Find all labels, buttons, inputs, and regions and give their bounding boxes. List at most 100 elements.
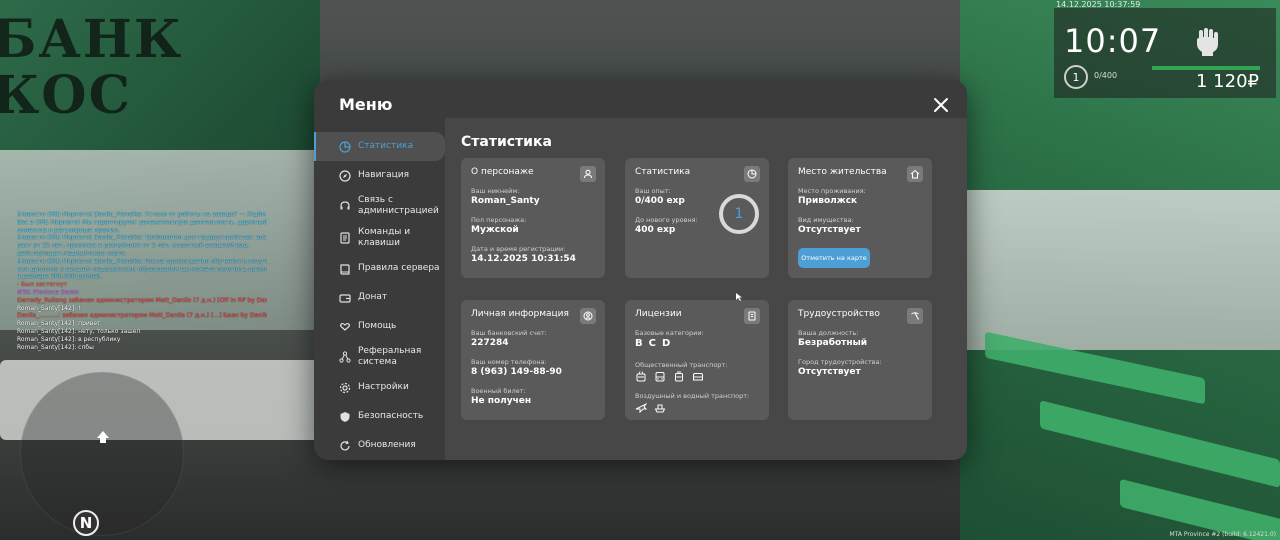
player-marker-icon bbox=[97, 431, 109, 443]
north-indicator: N bbox=[73, 510, 99, 536]
chat-line: - Был застегнут bbox=[17, 281, 68, 289]
hud-health-bar bbox=[1152, 66, 1260, 70]
card-character: О персонаже Ваш никнейм: Roman_Santy Пол… bbox=[461, 158, 605, 278]
card-title: Статистика bbox=[635, 167, 691, 177]
trolleybus-icon bbox=[636, 371, 646, 382]
chat-line: Roman_Santy[142]: нету, только зашел bbox=[17, 327, 141, 335]
chat-line: [Новости ОКБ Мирного] Danila_Flanelka: Т… bbox=[17, 234, 267, 242]
pickaxe-icon bbox=[911, 312, 919, 320]
sidebar-item-security[interactable]: Безопасность bbox=[314, 402, 445, 431]
content-title: Статистика bbox=[461, 134, 552, 150]
card-title: Лицензии bbox=[635, 309, 682, 319]
exp-label: Ваш опыт: bbox=[635, 187, 671, 195]
close-icon[interactable] bbox=[931, 95, 951, 115]
sidebar-item-updates[interactable]: Обновления bbox=[314, 431, 445, 460]
position-label: Ваша должность: bbox=[798, 329, 859, 337]
chat-line: [Новости ОКБ Мирного] Danila_Flanelka: П… bbox=[17, 257, 267, 265]
sidebar-item-help[interactable]: Помощь bbox=[314, 312, 445, 341]
sidebar-item-label: Статистика bbox=[358, 141, 414, 151]
home-icon bbox=[910, 169, 920, 179]
sidebar-item-label: Безопасность bbox=[358, 411, 424, 421]
employment-city-value: Отсутствует bbox=[798, 367, 861, 377]
hud-time: 10:07 bbox=[1064, 22, 1162, 60]
content-panel: Статистика О персонаже Ваш никнейм: Roma… bbox=[445, 118, 967, 460]
military-value: Не получен bbox=[471, 396, 532, 406]
card-icon-wrap bbox=[907, 308, 923, 324]
level-ring: 1 bbox=[719, 194, 759, 234]
bank-sign: БАНК КОС bbox=[0, 12, 183, 124]
mark-on-map-button[interactable]: Отметить на карте bbox=[798, 248, 870, 268]
sidebar-item-label: Команды и клавиши bbox=[358, 227, 411, 248]
wallet-icon bbox=[339, 293, 351, 303]
category-d: D bbox=[661, 338, 671, 349]
sidebar-item-label: Помощь bbox=[358, 321, 397, 331]
card-title: О персонаже bbox=[471, 167, 534, 177]
sidebar-item-label: Правила сервера bbox=[358, 263, 440, 273]
menu-window: Меню Статистика Навигация Связь с админи… bbox=[314, 80, 967, 460]
bank-account-label: Ваш банковский счет: bbox=[471, 329, 547, 337]
card-icon-wrap bbox=[744, 308, 760, 324]
phone-label: Ваш номер телефона: bbox=[471, 358, 547, 366]
card-title: Трудоустройство bbox=[798, 309, 880, 319]
residence-label: Место проживания: bbox=[798, 187, 866, 195]
nick-label: Ваш никнейм: bbox=[471, 187, 520, 195]
chat-line: [Новости ОКБ Мирного] Danila_Flanelka: У… bbox=[17, 211, 267, 218]
sidebar-item-navigation[interactable]: Навигация bbox=[314, 161, 445, 190]
bank-sign-text: БАНК КОС bbox=[0, 9, 184, 126]
menu-sidebar: Статистика Навигация Связь с администрац… bbox=[314, 132, 445, 460]
category-c: C bbox=[648, 338, 656, 349]
gender-label: Пол персонажа: bbox=[471, 216, 527, 224]
game-wall-right-stripe bbox=[960, 190, 1280, 350]
sidebar-item-donate[interactable]: Донат bbox=[314, 283, 445, 312]
menu-title: Меню bbox=[339, 95, 393, 114]
card-icon-wrap bbox=[744, 166, 760, 182]
gear-icon bbox=[339, 382, 351, 393]
card-residence: Место жительства Место проживания: Приво… bbox=[788, 158, 932, 278]
card-employment: Трудоустройство Ваша должность: Безработ… bbox=[788, 300, 932, 420]
property-label: Вид имущества: bbox=[798, 216, 854, 224]
sidebar-item-statistics[interactable]: Статистика bbox=[314, 132, 445, 161]
public-transport-label: Общественный транспорт: bbox=[635, 361, 728, 369]
mouse-cursor-icon bbox=[736, 293, 742, 301]
category-b: B bbox=[635, 338, 643, 349]
chat-line: оллектив и регулярные премии. bbox=[17, 226, 120, 234]
sidebar-item-commands[interactable]: Команды и клавиши bbox=[314, 222, 445, 254]
chat-line: в размере 300.000 рублей. bbox=[17, 273, 102, 281]
sidebar-item-label: Настройки bbox=[358, 382, 409, 392]
boat-icon bbox=[654, 404, 666, 413]
chat-line: MTA: Province Demo bbox=[17, 288, 79, 296]
sidebar-item-referral[interactable]: Реферальная система bbox=[314, 341, 445, 373]
sidebar-item-admin-contact[interactable]: Связь с администрацией bbox=[314, 190, 445, 222]
gender-value: Мужской bbox=[471, 225, 519, 235]
residence-value: Приволжск bbox=[798, 196, 858, 206]
chat-line: Gerrady_Ruliong забанен администратором … bbox=[17, 296, 267, 304]
profile-circle-icon bbox=[583, 311, 593, 321]
card-icon-wrap bbox=[580, 308, 596, 324]
card-personal: Личная информация Ваш банковский счет: 2… bbox=[461, 300, 605, 420]
sidebar-item-settings[interactable]: Настройки bbox=[314, 373, 445, 402]
exp-value: 0/400 exp bbox=[635, 196, 685, 206]
sidebar-item-rules[interactable]: Правила сервера bbox=[314, 254, 445, 283]
plane-icon bbox=[635, 402, 647, 414]
user-icon bbox=[584, 169, 592, 179]
hud-money: 1 120₽ bbox=[1196, 71, 1259, 92]
minimap bbox=[20, 372, 184, 536]
air-water-label: Воздушный и водный транспорт: bbox=[635, 392, 750, 400]
chat-line: раст от 25 лет, прописка в республике от… bbox=[17, 242, 250, 250]
card-title: Личная информация bbox=[471, 309, 569, 319]
employment-city-label: Город трудоустройства: bbox=[798, 358, 882, 366]
minibus-icon bbox=[693, 373, 703, 381]
registration-value: 14.12.2025 10:31:54 bbox=[471, 254, 576, 264]
pie-chart-icon bbox=[747, 169, 757, 179]
chat-line: Roman_Santy[142]: спбы bbox=[17, 343, 94, 351]
basic-categories: B C D bbox=[635, 338, 670, 349]
sidebar-item-label: Донат bbox=[358, 292, 388, 302]
document-icon bbox=[340, 232, 350, 244]
chat-line: Roman_Santy[142]: привет bbox=[17, 320, 101, 328]
fist-icon bbox=[1197, 28, 1218, 56]
next-level-label: До нового уровня: bbox=[635, 216, 698, 224]
bus-icon bbox=[655, 372, 665, 382]
next-level-value: 400 exp bbox=[635, 225, 676, 235]
public-transport-icons bbox=[635, 371, 704, 383]
position-value: Безработный bbox=[798, 338, 868, 348]
